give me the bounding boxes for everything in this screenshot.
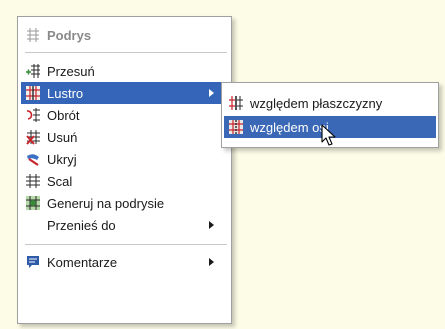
menu-item-label: Usuń — [47, 129, 78, 145]
submenu-arrow-icon — [209, 258, 214, 266]
menu-item-przesun[interactable]: Przesuń — [21, 60, 228, 82]
menu-header-label: Podrys — [47, 27, 92, 43]
hide-icon — [25, 151, 41, 167]
menu-item-scal[interactable]: Scal — [21, 170, 228, 192]
menu-item-label: Komentarze — [47, 254, 118, 270]
menu-item-komentarze[interactable]: Komentarze — [21, 251, 228, 273]
context-menu: Podrys Przesuń Lustro Obrót Usuń Ukryj S… — [17, 16, 232, 324]
comment-icon — [25, 254, 41, 270]
menu-item-label: Ukryj — [47, 151, 77, 167]
grid-icon — [25, 27, 41, 43]
generate-grid-icon — [25, 195, 41, 211]
menu-item-label: Przesuń — [47, 63, 95, 79]
menu-item-lustro[interactable]: Lustro — [21, 82, 228, 104]
menu-item-generuj[interactable]: Generuj na podrysie — [21, 192, 228, 214]
menu-item-label: względem osi — [250, 119, 329, 135]
move-grid-icon — [25, 63, 41, 79]
merge-grid-icon — [25, 173, 41, 189]
menu-item-label: Scal — [47, 173, 73, 189]
menu-separator — [25, 244, 227, 245]
menu-item-obrot[interactable]: Obrót — [21, 104, 228, 126]
rotate-grid-icon — [25, 107, 41, 123]
menu-item-label: względem płaszczyzny — [250, 95, 383, 111]
delete-grid-icon — [25, 129, 41, 145]
menu-item-label: Generuj na podrysie — [47, 195, 165, 211]
menu-item-usun[interactable]: Usuń — [21, 126, 228, 148]
menu-item-przenies-do[interactable]: Przenieś do — [21, 214, 228, 236]
submenu-item-plaszczyzny[interactable]: względem płaszczyzny — [224, 92, 436, 114]
menu-item-label: Lustro — [47, 85, 84, 101]
mirror-axis-icon — [228, 119, 244, 135]
menu-item-label: Obrót — [47, 107, 80, 123]
menu-separator — [25, 52, 227, 53]
mouse-cursor-icon — [321, 124, 336, 146]
menu-header-podrys: Podrys — [21, 24, 228, 46]
submenu-arrow-icon — [209, 89, 214, 97]
menu-item-ukryj[interactable]: Ukryj — [21, 148, 228, 170]
menu-item-label: Przenieś do — [47, 217, 116, 233]
mirror-grid-icon — [25, 85, 41, 101]
mirror-plane-icon — [228, 95, 244, 111]
submenu-arrow-icon — [209, 221, 214, 229]
